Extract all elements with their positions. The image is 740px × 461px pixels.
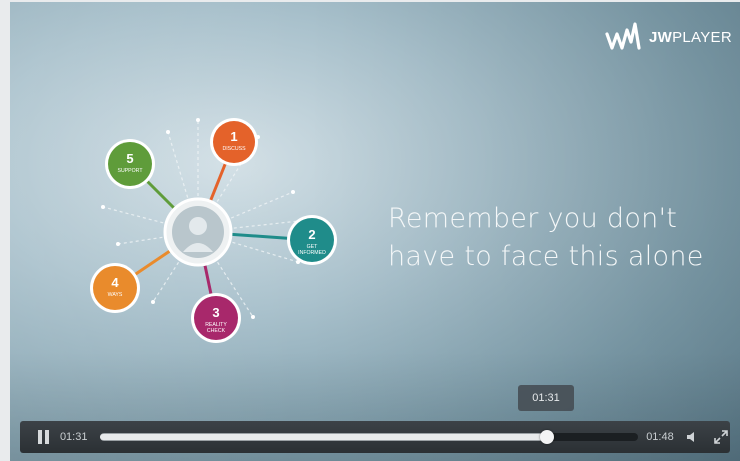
step-node-5: 5 SUPPORT bbox=[105, 139, 155, 189]
volume-icon bbox=[687, 432, 695, 442]
video-player[interactable]: JWPLAYER 1 DISCUSS 2 GET INFORMED 3 REALITY CHE… bbox=[10, 2, 740, 461]
spoke-dot bbox=[251, 315, 255, 319]
seek-bar[interactable] bbox=[99, 430, 639, 444]
spoke-dot bbox=[151, 300, 155, 304]
step-number: 4 bbox=[111, 275, 119, 290]
spoke-dot bbox=[116, 242, 120, 246]
step-number: 2 bbox=[308, 227, 315, 242]
logo-text: JWPLAYER bbox=[649, 28, 732, 46]
control-bar: 01:31 01:48 bbox=[20, 421, 730, 453]
step-label: INFORMED bbox=[298, 250, 326, 256]
step-label: SUPPORT bbox=[118, 168, 144, 174]
seek-handle[interactable] bbox=[539, 430, 554, 444]
fullscreen-icon bbox=[714, 430, 728, 444]
progress-fill bbox=[99, 434, 547, 440]
jwplayer-logo-icon bbox=[605, 22, 641, 50]
step-node-4: 4 WAYS bbox=[90, 263, 140, 313]
spoke-dot bbox=[196, 118, 200, 122]
support-cycle-diagram: 1 DISCUSS 2GETINFORMED 3REALITYCHECK 4 WAYS 5 S… bbox=[90, 118, 337, 343]
step-label: WAYS bbox=[108, 292, 123, 298]
step-number: 3 bbox=[212, 305, 219, 320]
spoke-dot bbox=[166, 130, 170, 134]
slide-headline: Remember you don't have to face this alo… bbox=[388, 200, 728, 276]
headline-line-1: Remember you don't bbox=[388, 203, 678, 234]
step-label: DISCUSS bbox=[222, 146, 246, 152]
elapsed-time: 01:31 bbox=[59, 431, 88, 443]
step-number: 1 bbox=[230, 129, 237, 144]
step-node-1: 1 DISCUSS bbox=[210, 118, 258, 166]
pause-button[interactable] bbox=[34, 427, 54, 447]
step-node-2: 2GETINFORMED bbox=[287, 215, 337, 265]
pause-icon bbox=[38, 430, 43, 444]
volume-button[interactable] bbox=[686, 429, 702, 445]
spoke-dot bbox=[101, 205, 105, 209]
step-label: CHECK bbox=[207, 328, 226, 334]
step-node-3: 3REALITYCHECK bbox=[191, 293, 241, 343]
headline-line-2: have to face this alone bbox=[388, 241, 704, 272]
duration-time: 01:48 bbox=[646, 431, 674, 443]
fullscreen-button[interactable] bbox=[714, 429, 730, 445]
seek-time-tooltip: 01:31 bbox=[518, 385, 574, 411]
jwplayer-logo[interactable]: JWPLAYER bbox=[605, 20, 732, 54]
spoke-dot bbox=[291, 190, 295, 194]
step-number: 5 bbox=[126, 151, 133, 166]
